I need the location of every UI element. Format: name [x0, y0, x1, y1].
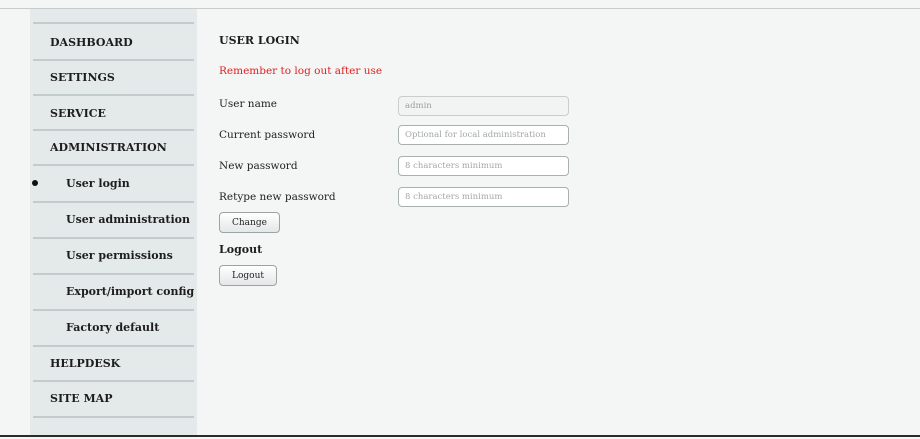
- change-button[interactable]: Change: [219, 212, 280, 233]
- sidebar-item-label: Factory default: [66, 320, 160, 334]
- active-bullet-icon: [32, 180, 38, 186]
- sidebar-item-settings[interactable]: SETTINGS: [30, 60, 197, 94]
- page-title: USER LOGIN: [219, 34, 300, 47]
- sidebar-item-user-administration[interactable]: User administration: [30, 202, 197, 236]
- sidebar-item-service[interactable]: SERVICE: [30, 96, 197, 130]
- sidebar-item-label: SERVICE: [50, 106, 106, 120]
- new-password-label: New password: [219, 160, 298, 172]
- current-password-label: Current password: [219, 129, 316, 141]
- new-password-field[interactable]: [398, 156, 569, 176]
- logout-heading: Logout: [219, 243, 263, 256]
- sidebar-item-label: User administration: [66, 212, 191, 226]
- sidebar-item-label: User permissions: [66, 248, 173, 262]
- sidebar-item-site-map[interactable]: SITE MAP: [30, 381, 197, 415]
- sidebar: DASHBOARD SETTINGS SERVICE ADMINISTRATIO…: [30, 9, 197, 435]
- sidebar-item-label: User login: [66, 176, 130, 190]
- sidebar-item-label: DASHBOARD: [50, 35, 133, 49]
- sidebar-item-label: SITE MAP: [50, 391, 113, 405]
- retype-password-field[interactable]: [398, 187, 569, 207]
- sidebar-divider: [33, 416, 194, 418]
- username-label: User name: [219, 98, 278, 110]
- sidebar-item-label: SETTINGS: [50, 70, 115, 84]
- sidebar-item-label: ADMINISTRATION: [50, 140, 167, 154]
- retype-password-label: Retype new password: [219, 191, 336, 203]
- sidebar-item-helpdesk[interactable]: HELPDESK: [30, 346, 197, 380]
- sidebar-item-label: Export/import config: [66, 284, 195, 298]
- sidebar-item-dashboard[interactable]: DASHBOARD: [30, 25, 197, 59]
- logout-warning: Remember to log out after use: [219, 65, 383, 77]
- username-field[interactable]: [398, 96, 569, 116]
- sidebar-item-export-import-config[interactable]: Export/import config: [30, 274, 197, 308]
- bottom-border: [0, 435, 920, 437]
- sidebar-item-factory-default[interactable]: Factory default: [30, 310, 197, 344]
- current-password-field[interactable]: [398, 125, 569, 145]
- sidebar-item-label: HELPDESK: [50, 356, 121, 370]
- sidebar-item-user-permissions[interactable]: User permissions: [30, 238, 197, 272]
- sidebar-item-administration[interactable]: ADMINISTRATION: [30, 130, 197, 164]
- logout-button[interactable]: Logout: [219, 265, 277, 286]
- sidebar-item-user-login[interactable]: User login: [30, 166, 197, 200]
- sidebar-divider: [33, 22, 194, 24]
